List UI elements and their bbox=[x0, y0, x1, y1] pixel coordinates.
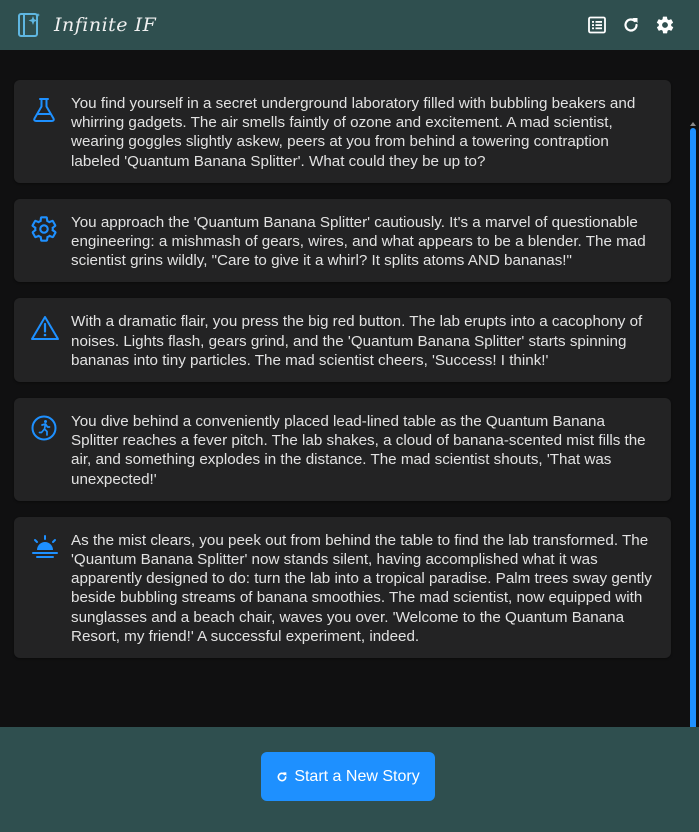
gear-icon bbox=[31, 216, 57, 242]
app-title: Infinite IF bbox=[54, 14, 157, 36]
story-passage: You approach the 'Quantum Banana Splitte… bbox=[14, 198, 671, 283]
start-new-story-label: Start a New Story bbox=[294, 767, 420, 785]
settings-button[interactable] bbox=[655, 15, 675, 35]
scrollbar[interactable] bbox=[690, 122, 696, 740]
logo-book-sparkle-icon bbox=[18, 13, 40, 37]
passage-text: With a dramatic flair, you press the big… bbox=[71, 313, 643, 369]
passage-text: As the mist clears, you peek out from be… bbox=[71, 531, 652, 645]
story-passage: As the mist clears, you peek out from be… bbox=[14, 516, 671, 659]
gear-icon bbox=[656, 16, 674, 34]
refresh-icon bbox=[624, 18, 638, 32]
running-person-icon bbox=[31, 415, 57, 441]
start-new-story-button[interactable]: Start a New Story bbox=[261, 752, 435, 801]
refresh-button[interactable] bbox=[621, 15, 641, 35]
story-list: You find yourself in a secret undergroun… bbox=[14, 80, 671, 674]
story-passage: You find yourself in a secret undergroun… bbox=[14, 80, 671, 183]
flask-icon bbox=[33, 98, 55, 122]
warning-icon bbox=[31, 316, 59, 341]
header-actions bbox=[587, 15, 675, 35]
app-header: Infinite IF bbox=[0, 0, 699, 50]
scrollbar-thumb[interactable] bbox=[690, 128, 696, 731]
refresh-icon bbox=[277, 771, 287, 781]
passage-text: You find yourself in a secret undergroun… bbox=[71, 95, 636, 170]
story-area[interactable]: You find yourself in a secret undergroun… bbox=[0, 50, 699, 740]
story-passage: You dive behind a conveniently placed le… bbox=[14, 398, 671, 501]
footer: Start a New Story bbox=[0, 727, 699, 832]
passage-text: You approach the 'Quantum Banana Splitte… bbox=[71, 213, 646, 270]
story-passage: With a dramatic flair, you press the big… bbox=[14, 298, 671, 383]
scroll-up-arrow[interactable] bbox=[690, 122, 696, 126]
list-button[interactable] bbox=[587, 15, 607, 35]
passage-text: You dive behind a conveniently placed le… bbox=[71, 413, 646, 488]
list-icon bbox=[588, 16, 606, 34]
sunrise-icon bbox=[32, 534, 58, 558]
